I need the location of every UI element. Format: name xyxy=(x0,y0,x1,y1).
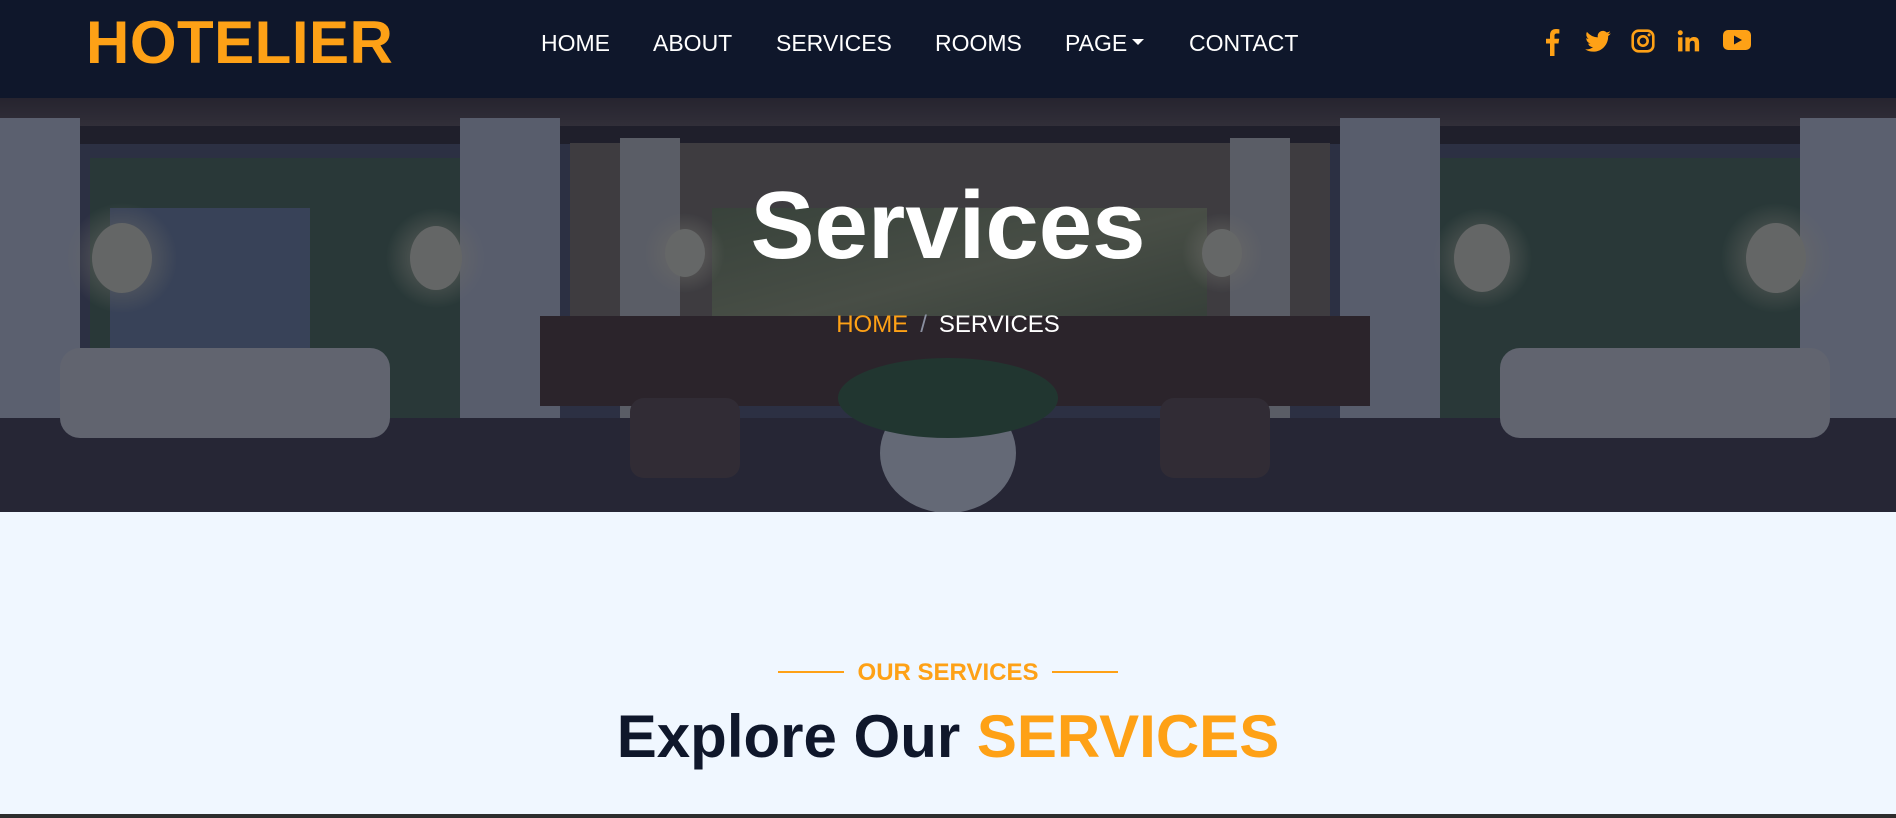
nav-contact[interactable]: CONTACT xyxy=(1189,30,1298,57)
instagram-icon[interactable] xyxy=(1630,28,1656,58)
brand-logo[interactable]: HOTELIER xyxy=(86,8,393,77)
linkedin-icon[interactable] xyxy=(1676,28,1701,58)
facebook-icon[interactable] xyxy=(1544,28,1560,58)
nav-home[interactable]: HOME xyxy=(541,30,610,57)
section-title-accent: SERVICES xyxy=(976,703,1280,770)
page-title: Services xyxy=(750,172,1146,279)
nav-about[interactable]: ABOUT xyxy=(653,30,732,57)
divider-line-right xyxy=(1052,670,1119,673)
caret-down-icon xyxy=(1132,38,1145,45)
bottom-edge xyxy=(0,814,1896,818)
youtube-icon[interactable] xyxy=(1723,28,1751,58)
nav-rooms[interactable]: ROOMS xyxy=(935,30,1022,57)
divider-line-left xyxy=(777,670,844,673)
breadcrumb: HOME / SERVICES xyxy=(0,313,1896,337)
section-subtitle-text: OUR SERVICES xyxy=(857,659,1039,686)
twitter-icon[interactable] xyxy=(1584,28,1612,58)
nav-page-dropdown[interactable]: PAGE xyxy=(1065,30,1145,57)
section-title: Explore Our SERVICES xyxy=(0,704,1896,770)
section-subtitle: OUR SERVICES xyxy=(0,661,1896,685)
nav-services[interactable]: SERVICES xyxy=(776,30,892,57)
section-title-main: Explore Our xyxy=(616,703,961,770)
breadcrumb-separator: / xyxy=(920,311,927,338)
hotel-lobby-background-image xyxy=(0,98,1896,512)
navbar: HOTELIER HOME ABOUT SERVICES ROOMS PAGE … xyxy=(0,0,1896,98)
page-header-hero: Services HOME / SERVICES xyxy=(0,98,1896,512)
nav-page-label: PAGE xyxy=(1065,30,1128,56)
breadcrumb-current: SERVICES xyxy=(938,311,1060,338)
breadcrumb-home-link[interactable]: HOME xyxy=(836,311,908,338)
